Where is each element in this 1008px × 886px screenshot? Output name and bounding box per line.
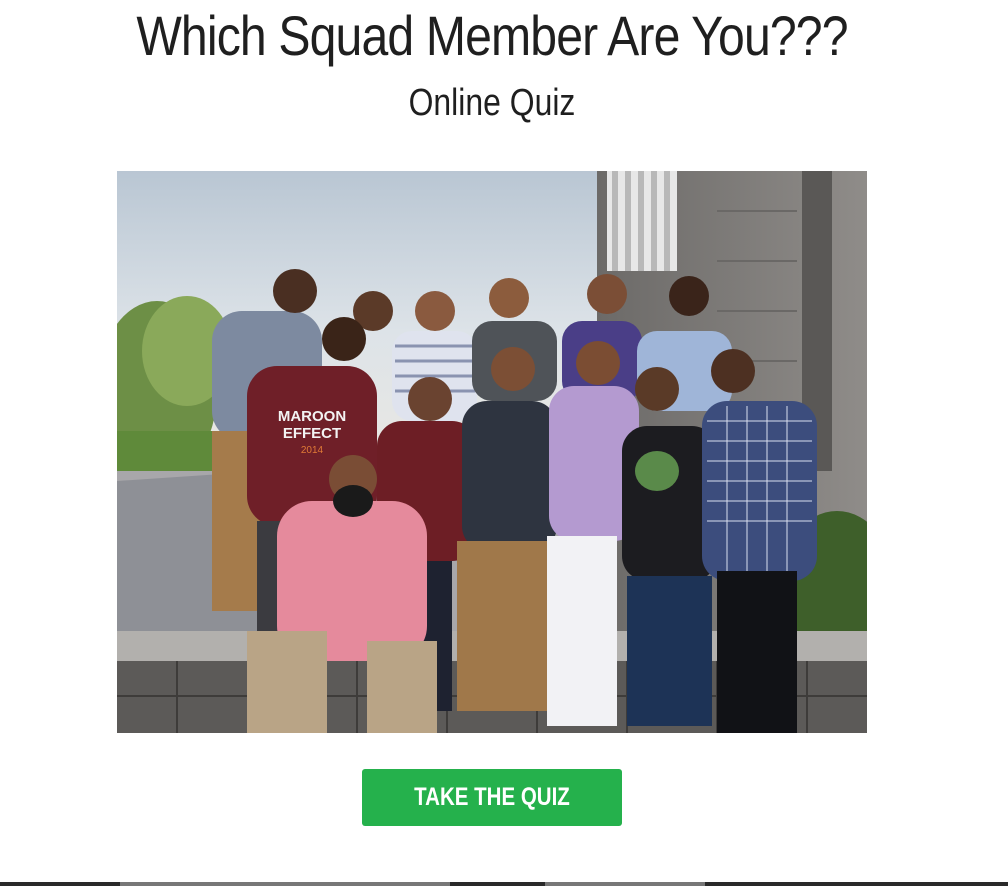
group-photo-illustration: MAROON EFFECT 2014: [117, 171, 867, 733]
page-title: Which Squad Member Are You???: [136, 4, 848, 67]
page-subtitle: Online Quiz: [408, 82, 576, 124]
shirt-text-maroon: MAROON: [278, 408, 346, 425]
shirt-text-effect: EFFECT: [283, 425, 341, 442]
scrollbar-segment: [545, 882, 705, 886]
take-quiz-button-label: TAKE THE QUIZ NOW!: [414, 783, 570, 868]
bottom-scrollbar[interactable]: [0, 882, 1008, 886]
scrollbar-segment: [120, 882, 450, 886]
take-quiz-button[interactable]: TAKE THE QUIZ NOW!: [362, 769, 622, 868]
shirt-text-year: 2014: [301, 445, 324, 456]
group-photo: MAROON EFFECT 2014: [117, 171, 867, 733]
quiz-landing-page: Which Squad Member Are You??? Online Qui…: [0, 0, 1008, 886]
